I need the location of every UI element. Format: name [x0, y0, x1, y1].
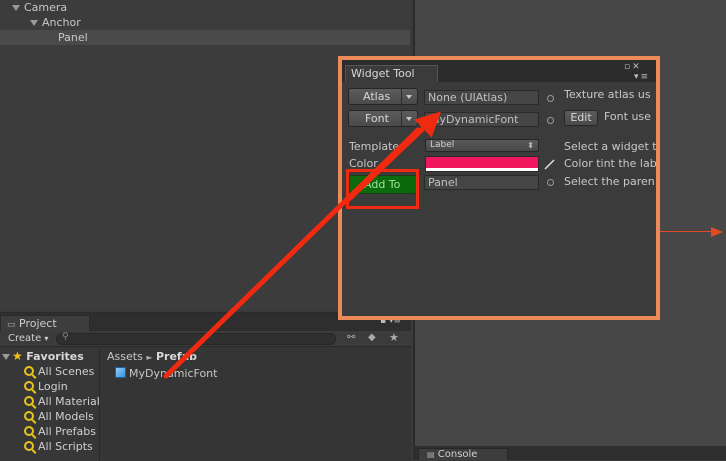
annotation-arrow-from-asset	[163, 127, 421, 379]
annotation-arrows	[163, 111, 442, 379]
